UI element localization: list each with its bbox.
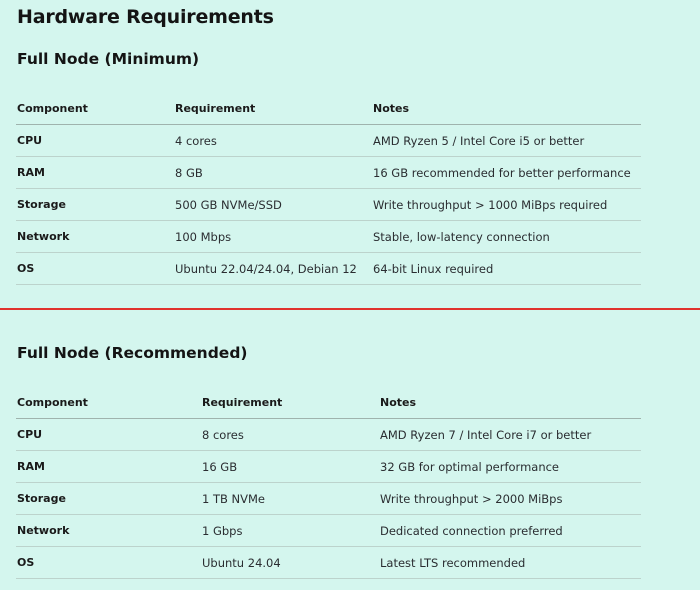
notes-cell: Latest LTS recommended	[379, 546, 641, 579]
column-header-component: Component	[16, 387, 201, 419]
notes-cell: AMD Ryzen 7 / Intel Core i7 or better	[379, 418, 641, 451]
table-header-row: Component Requirement Notes	[16, 387, 641, 419]
requirement-cell: 8 cores	[201, 418, 379, 451]
table-row: OS Ubuntu 22.04/24.04, Debian 12 64-bit …	[16, 252, 641, 285]
notes-cell: Write throughput > 2000 MiBps	[379, 482, 641, 515]
section-divider	[0, 308, 700, 310]
table-row: Network 1 Gbps Dedicated connection pref…	[16, 514, 641, 547]
requirement-cell: 1 TB NVMe	[201, 482, 379, 515]
table-row: Storage 500 GB NVMe/SSD Write throughput…	[16, 188, 641, 221]
table-header-row: Component Requirement Notes	[16, 93, 641, 125]
component-cell: OS	[16, 252, 174, 285]
table-row: RAM 8 GB 16 GB recommended for better pe…	[16, 156, 641, 189]
requirements-table-minimum: Component Requirement Notes CPU 4 cores …	[16, 93, 641, 285]
component-cell: Storage	[16, 188, 174, 221]
component-cell: RAM	[16, 156, 174, 189]
requirement-cell: Ubuntu 24.04	[201, 546, 379, 579]
column-header-notes: Notes	[372, 93, 641, 125]
component-cell: RAM	[16, 450, 201, 483]
requirement-cell: 500 GB NVMe/SSD	[174, 188, 372, 221]
component-cell: Network	[16, 220, 174, 253]
table-row: Network 100 Mbps Stable, low-latency con…	[16, 220, 641, 253]
notes-cell: 16 GB recommended for better performance	[372, 156, 641, 189]
table-row: Storage 1 TB NVMe Write throughput > 200…	[16, 482, 641, 515]
requirement-cell: 4 cores	[174, 124, 372, 157]
column-header-notes: Notes	[379, 387, 641, 419]
requirement-cell: 16 GB	[201, 450, 379, 483]
table-row: OS Ubuntu 24.04 Latest LTS recommended	[16, 546, 641, 579]
component-cell: Storage	[16, 482, 201, 515]
column-header-requirement: Requirement	[201, 387, 379, 419]
notes-cell: Stable, low-latency connection	[372, 220, 641, 253]
notes-cell: 32 GB for optimal performance	[379, 450, 641, 483]
column-header-requirement: Requirement	[174, 93, 372, 125]
table-row: RAM 16 GB 32 GB for optimal performance	[16, 450, 641, 483]
component-cell: OS	[16, 546, 201, 579]
component-cell: CPU	[16, 124, 174, 157]
section-title-minimum: Full Node (Minimum)	[17, 50, 200, 68]
requirements-table-recommended: Component Requirement Notes CPU 8 cores …	[16, 387, 641, 579]
requirement-cell: 1 Gbps	[201, 514, 379, 547]
section-title-recommended: Full Node (Recommended)	[17, 344, 248, 362]
notes-cell: Dedicated connection preferred	[379, 514, 641, 547]
table-row: CPU 8 cores AMD Ryzen 7 / Intel Core i7 …	[16, 418, 641, 451]
requirement-cell: 100 Mbps	[174, 220, 372, 253]
component-cell: Network	[16, 514, 201, 547]
requirement-cell: 8 GB	[174, 156, 372, 189]
table-row: CPU 4 cores AMD Ryzen 5 / Intel Core i5 …	[16, 124, 641, 157]
requirement-cell: Ubuntu 22.04/24.04, Debian 12	[174, 252, 372, 285]
page-title: Hardware Requirements	[17, 6, 274, 28]
component-cell: CPU	[16, 418, 201, 451]
notes-cell: AMD Ryzen 5 / Intel Core i5 or better	[372, 124, 641, 157]
column-header-component: Component	[16, 93, 174, 125]
notes-cell: 64-bit Linux required	[372, 252, 641, 285]
notes-cell: Write throughput > 1000 MiBps required	[372, 188, 641, 221]
